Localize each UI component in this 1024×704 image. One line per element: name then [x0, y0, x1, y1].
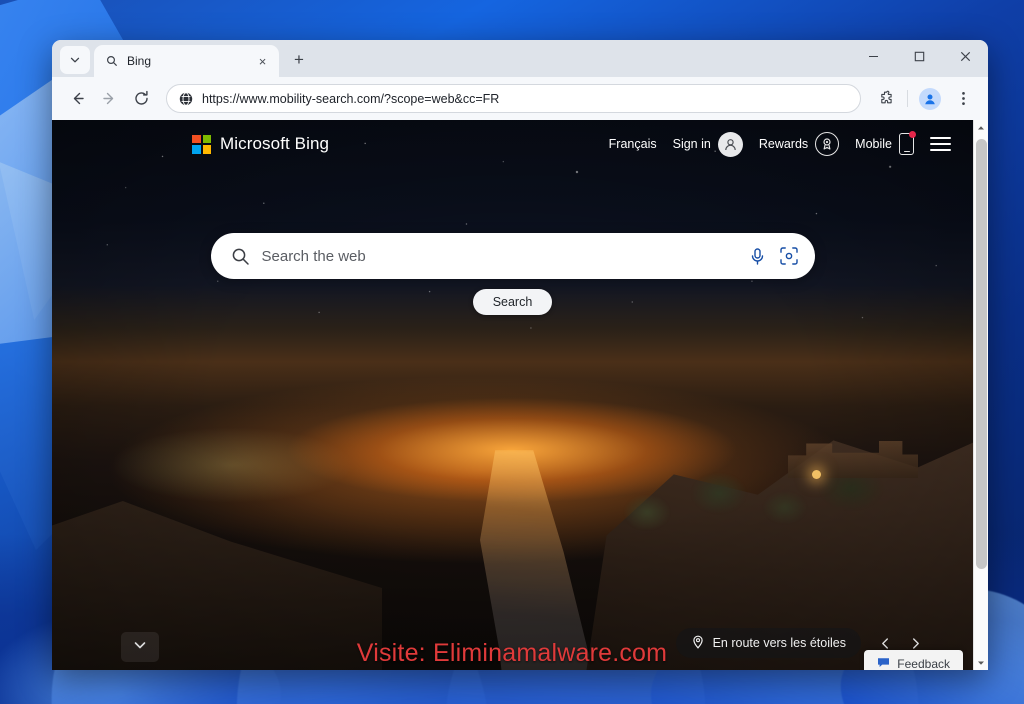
person-avatar-icon: [717, 131, 743, 157]
window-maximize-button[interactable]: [896, 40, 942, 73]
visual-search-camera-icon[interactable]: [779, 246, 799, 266]
three-dot-menu-icon[interactable]: [948, 84, 978, 114]
scrollbar-track[interactable]: [974, 135, 988, 655]
mobile-notification-dot: [909, 131, 916, 138]
reload-icon[interactable]: [126, 84, 156, 114]
mobile-label: Mobile: [855, 137, 892, 151]
image-caption-pill[interactable]: En route vers les étoiles: [675, 628, 861, 658]
search-input[interactable]: Search the web: [262, 248, 736, 265]
mobile-phone-icon: [899, 131, 916, 155]
feedback-button[interactable]: Feedback: [864, 650, 963, 670]
scrollbar-thumb[interactable]: [976, 139, 987, 569]
sign-in-label: Sign in: [672, 137, 711, 151]
toolbar-divider: [907, 90, 908, 107]
location-pin-icon: [691, 635, 705, 652]
nav-item-sign-in[interactable]: Sign in: [672, 131, 743, 157]
tab-close-icon[interactable]: ×: [254, 53, 271, 70]
tab-search-chevron-icon[interactable]: [60, 46, 90, 74]
profile-avatar-icon[interactable]: [919, 87, 941, 110]
page-viewport: Microsoft Bing Français Sign in Rewards …: [52, 120, 988, 670]
bing-header: Microsoft Bing Français Sign in Rewards …: [52, 120, 973, 168]
scroll-down-hint[interactable]: [121, 632, 159, 662]
bing-top-nav: Français Sign in Rewards Mobile: [609, 131, 951, 157]
back-arrow-icon[interactable]: [62, 84, 92, 114]
language-label: Français: [608, 137, 657, 151]
globe-icon: [179, 91, 193, 106]
browser-window: Bing × + https://www.mobility-search.com…: [52, 40, 988, 670]
desktop-wallpaper: Bing × + https://www.mobility-search.com…: [0, 0, 1024, 704]
window-minimize-button[interactable]: [850, 40, 896, 73]
image-caption-text: En route vers les étoiles: [712, 636, 846, 650]
search-box[interactable]: Search the web: [210, 233, 815, 279]
scroll-up-arrow[interactable]: [974, 120, 989, 135]
search-button[interactable]: Search: [472, 289, 553, 315]
rewards-label: Rewards: [758, 137, 809, 151]
browser-toolbar: https://www.mobility-search.com/?scope=w…: [52, 77, 988, 120]
bing-homepage: Microsoft Bing Français Sign in Rewards …: [52, 120, 973, 670]
feedback-speech-bubble-icon: [877, 656, 890, 670]
nav-item-mobile[interactable]: Mobile: [855, 131, 916, 155]
tab-favicon-search-icon: [105, 54, 119, 68]
rewards-medal-icon: [815, 132, 840, 156]
forward-arrow-icon[interactable]: [94, 84, 124, 114]
microphone-icon[interactable]: [748, 247, 767, 266]
window-close-button[interactable]: [942, 40, 988, 73]
tab-title: Bing: [127, 54, 152, 68]
magnifier-icon: [231, 247, 250, 266]
tab-strip: Bing × +: [52, 40, 988, 77]
hero-vignette: [52, 120, 973, 670]
browser-tab-bing[interactable]: Bing ×: [94, 45, 279, 77]
address-bar[interactable]: https://www.mobility-search.com/?scope=w…: [166, 84, 861, 113]
microsoft-logo-icon: [192, 134, 211, 154]
url-text: https://www.mobility-search.com/?scope=w…: [202, 91, 500, 106]
nav-item-language[interactable]: Français: [609, 137, 657, 151]
extensions-puzzle-icon[interactable]: [871, 84, 901, 114]
hero-background-image: [52, 120, 973, 670]
new-tab-button[interactable]: +: [285, 46, 313, 74]
logo-text: Microsoft Bing: [220, 134, 330, 153]
search-area: Search the web Search: [52, 233, 973, 315]
feedback-label: Feedback: [897, 657, 950, 670]
hamburger-menu-icon[interactable]: [930, 134, 951, 153]
nav-item-rewards[interactable]: Rewards: [758, 132, 840, 156]
page-scrollbar[interactable]: [973, 120, 988, 670]
toolbar-right-actions: [871, 84, 978, 114]
microsoft-bing-logo[interactable]: Microsoft Bing: [192, 134, 329, 154]
scroll-down-arrow[interactable]: [974, 655, 989, 670]
chevron-down-icon: [132, 637, 148, 658]
window-controls: [850, 40, 988, 77]
